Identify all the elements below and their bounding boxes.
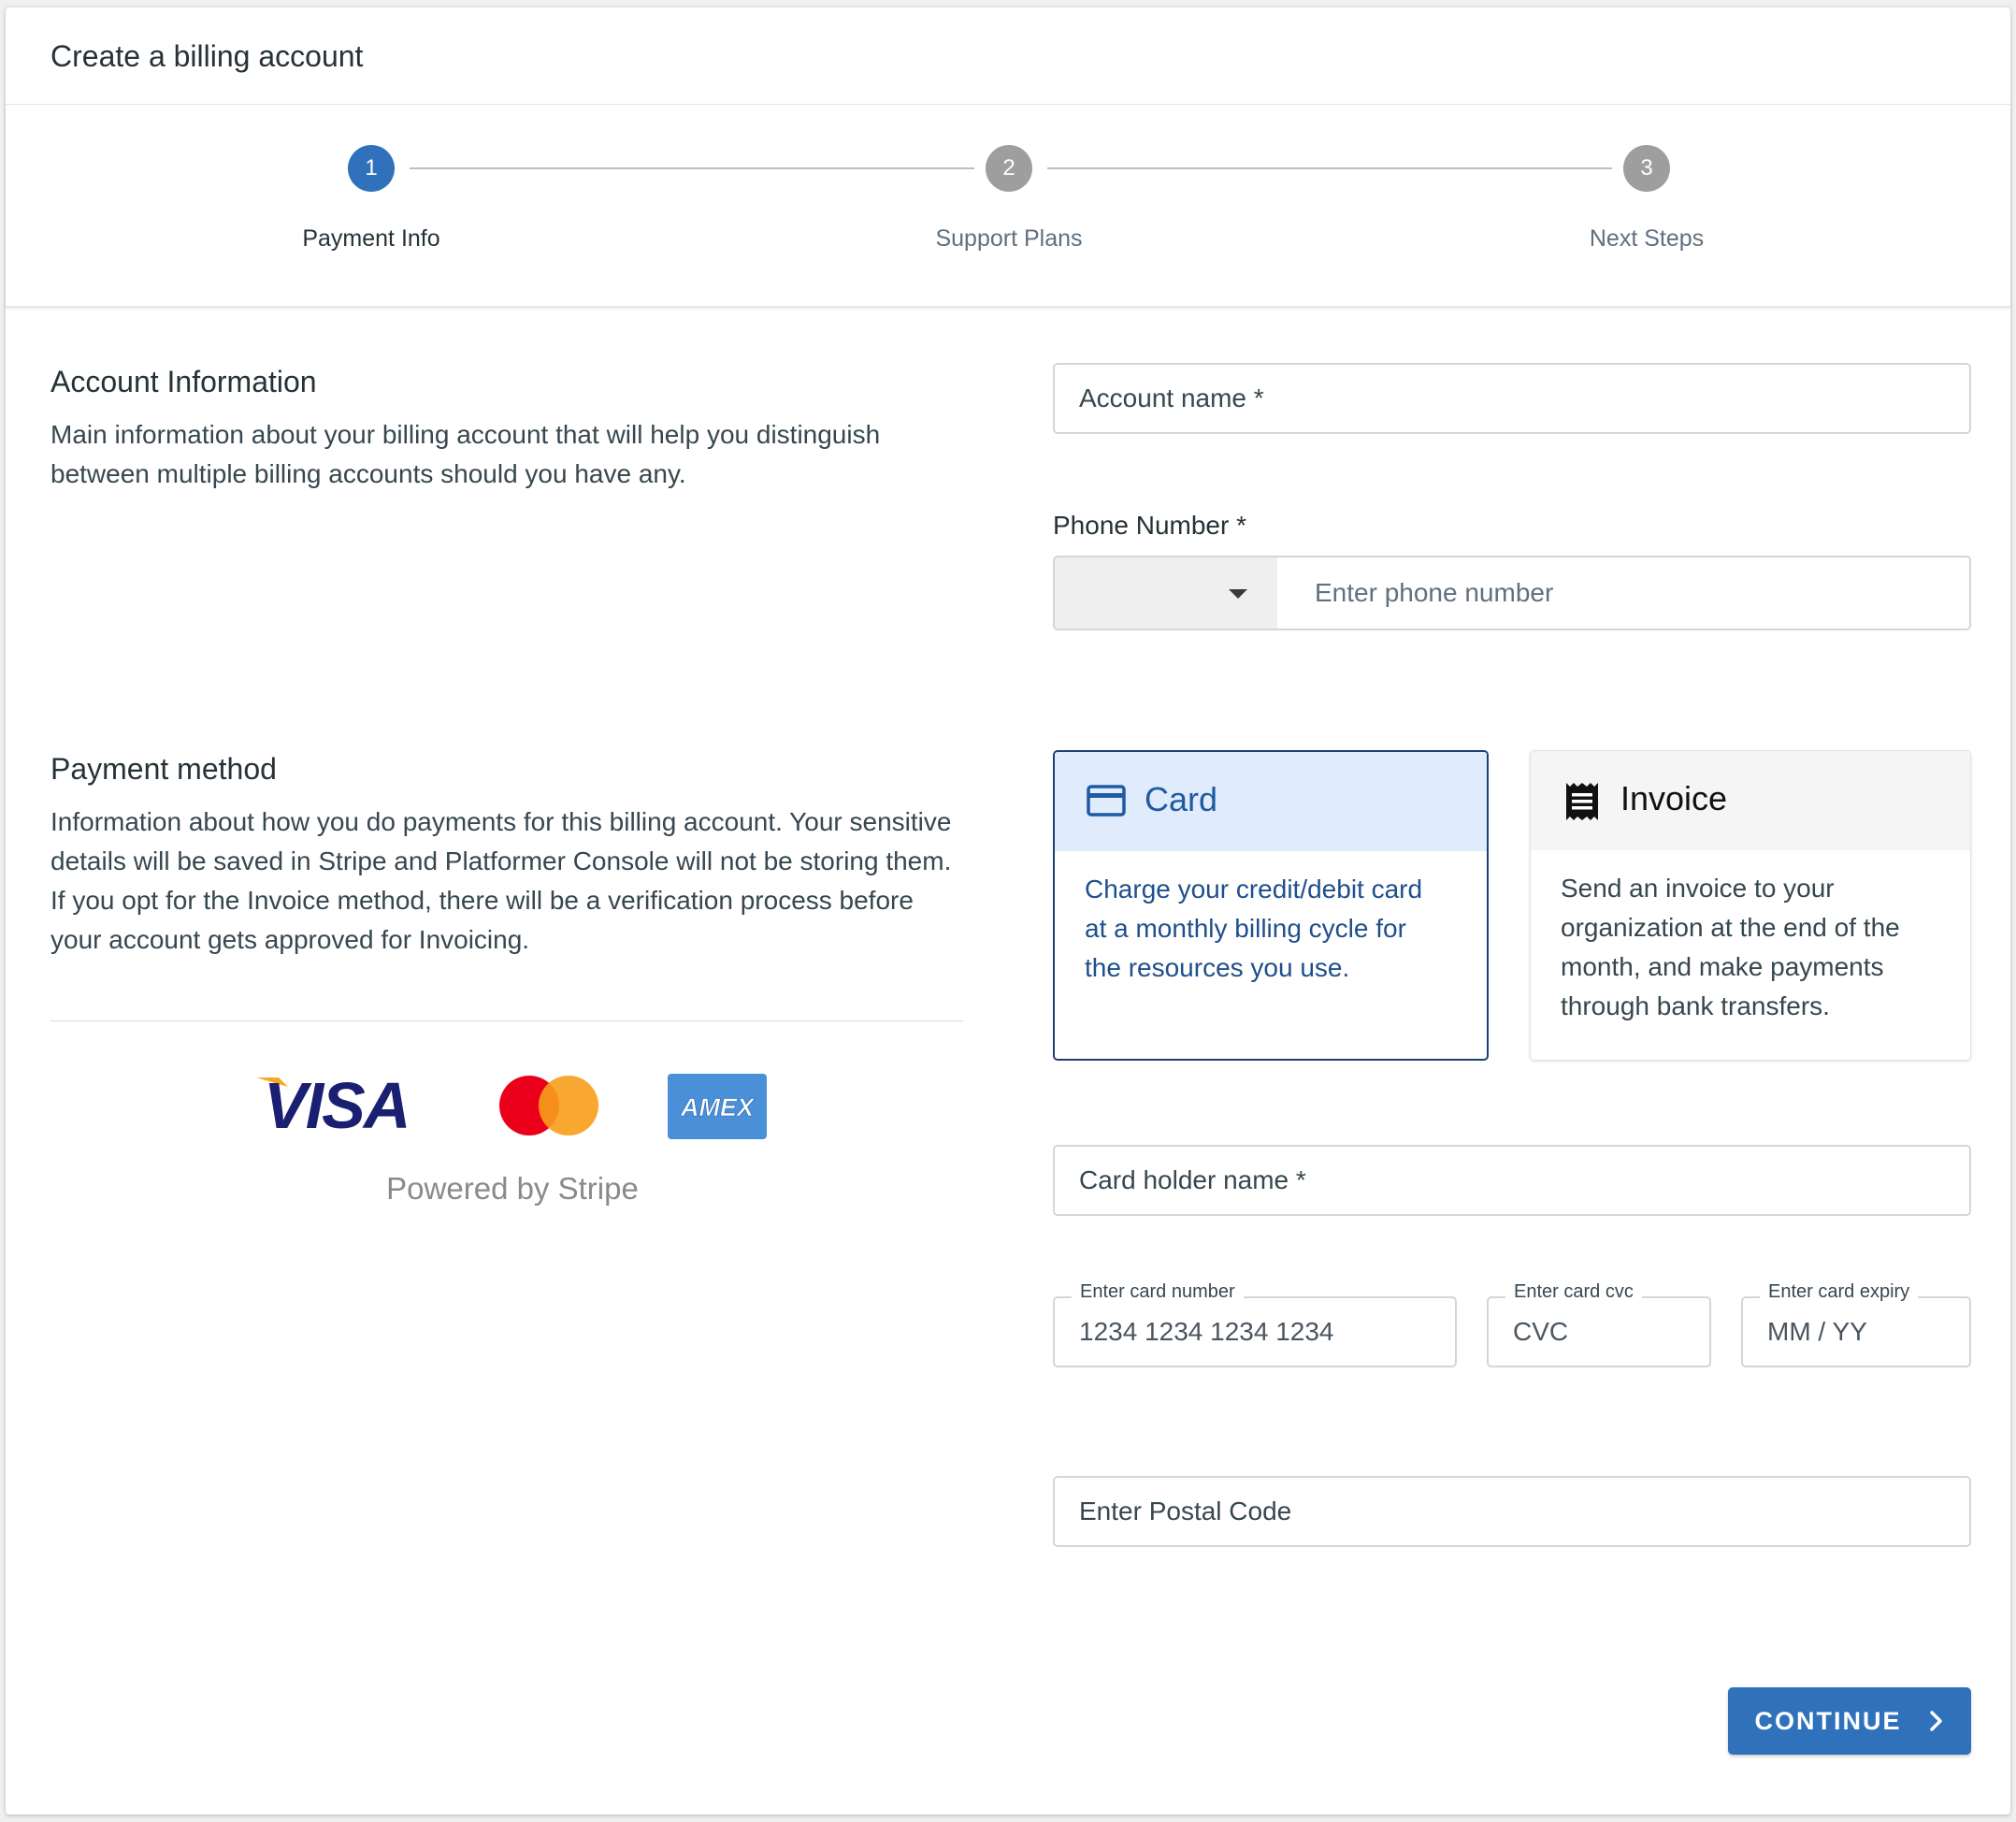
card-number-placeholder: 1234 1234 1234 1234 [1079, 1317, 1334, 1346]
payment-desc-line: your account gets approved for Invoicing… [50, 925, 530, 954]
card-desc-line: the resources you use. [1085, 953, 1350, 982]
powered-by-stripe: Powered by Stripe [386, 1171, 639, 1206]
caret-down-icon [1229, 589, 1247, 599]
step-2-circle: 2 [986, 145, 1032, 192]
card-option-description: Charge your credit/debit card at a month… [1085, 870, 1422, 988]
invoice-desc-line: through bank transfers. [1561, 991, 1830, 1020]
payment-desc-line: Information about how you do payments fo… [50, 807, 952, 836]
account-info-desc-line: Main information about your billing acco… [50, 420, 881, 449]
card-expiry-placeholder: MM / YY [1767, 1317, 1867, 1346]
payment-desc-line: If you opt for the Invoice method, there… [50, 886, 914, 915]
payment-method-title: Payment method [50, 752, 277, 786]
step-1-label: Payment Info [302, 225, 440, 252]
phone-number-input[interactable]: Enter phone number [1277, 556, 1971, 630]
panel-header: Create a billing account [6, 7, 2010, 105]
card-cvc-label: Enter card cvc [1505, 1281, 1642, 1303]
step-connector-1 [410, 167, 974, 169]
card-desc-line: Charge your credit/debit card [1085, 875, 1423, 904]
payment-option-invoice[interactable]: Invoice Send an invoice to your organiza… [1530, 750, 1971, 1061]
step-1-circle: 1 [348, 145, 395, 192]
visa-text: VISA [264, 1069, 409, 1141]
receipt-icon [1566, 783, 1598, 820]
step-connector-2 [1047, 167, 1612, 169]
card-cvc-placeholder: CVC [1513, 1317, 1569, 1346]
card-expiry-input[interactable]: Enter card expiry MM / YY [1741, 1281, 1971, 1367]
step-3-label: Next Steps [1589, 225, 1705, 252]
invoice-option-title: Invoice [1620, 779, 1728, 817]
amex-text: AMEX [680, 1093, 756, 1121]
card-holder-name-input[interactable]: Card holder name * [1053, 1145, 1971, 1216]
visa-logo: VISA [256, 1069, 410, 1141]
country-code-select[interactable] [1053, 556, 1277, 630]
payment-option-card[interactable]: Card Charge your credit/debit card at a … [1053, 750, 1489, 1061]
page-title: Create a billing account [50, 39, 364, 73]
continue-label: CONTINUE [1754, 1706, 1902, 1735]
card-number-label: Enter card number [1072, 1281, 1244, 1303]
invoice-desc-line: month, and make payments [1561, 952, 1884, 981]
chevron-right-icon [1929, 1711, 1942, 1731]
card-option-title: Card [1145, 780, 1218, 818]
invoice-option-description: Send an invoice to your organization at … [1561, 869, 1900, 1026]
account-name-placeholder: Account name * [1079, 383, 1264, 412]
card-brand-logos: VISA AMEX [256, 1069, 767, 1141]
card-number-input[interactable]: Enter card number 1234 1234 1234 1234 [1053, 1281, 1457, 1367]
phone-number-placeholder: Enter phone number [1315, 578, 1554, 607]
billing-account-panel: Create a billing account 1 2 3 Payment I… [6, 7, 2010, 1815]
card-cvc-input[interactable]: Enter card cvc CVC [1487, 1281, 1711, 1367]
card-expiry-label: Enter card expiry [1760, 1281, 1919, 1303]
stepper: 1 2 3 Payment Info Support Plans Next St… [6, 106, 2010, 308]
step-2-label: Support Plans [935, 225, 1083, 252]
credit-card-icon [1087, 785, 1126, 817]
section-divider [50, 1020, 963, 1021]
card-desc-line: at a monthly billing cycle for [1085, 914, 1406, 943]
card-holder-placeholder: Card holder name * [1079, 1165, 1306, 1194]
continue-button[interactable]: CONTINUE [1728, 1687, 1971, 1755]
invoice-desc-line: organization at the end of the [1561, 913, 1900, 942]
amex-logo: AMEX [668, 1074, 767, 1139]
postal-code-input[interactable]: Enter Postal Code [1053, 1476, 1971, 1547]
postal-code-placeholder: Enter Postal Code [1079, 1497, 1292, 1526]
account-info-desc-line: between multiple billing accounts should… [50, 459, 686, 488]
step-3-circle: 3 [1623, 145, 1670, 192]
payment-method-description: Information about how you do payments fo… [50, 803, 1023, 960]
payment-desc-line: details will be saved in Stripe and Plat… [50, 846, 952, 875]
invoice-option-header: Invoice [1531, 751, 1970, 850]
mastercard-logo [499, 1076, 598, 1135]
account-info-title: Account Information [50, 365, 317, 398]
card-option-header: Card [1055, 752, 1487, 851]
invoice-desc-line: Send an invoice to your [1561, 874, 1835, 903]
account-info-description: Main information about your billing acco… [50, 415, 995, 494]
phone-number-label: Phone Number * [1053, 511, 1247, 540]
account-name-input[interactable]: Account name * [1053, 363, 1971, 434]
